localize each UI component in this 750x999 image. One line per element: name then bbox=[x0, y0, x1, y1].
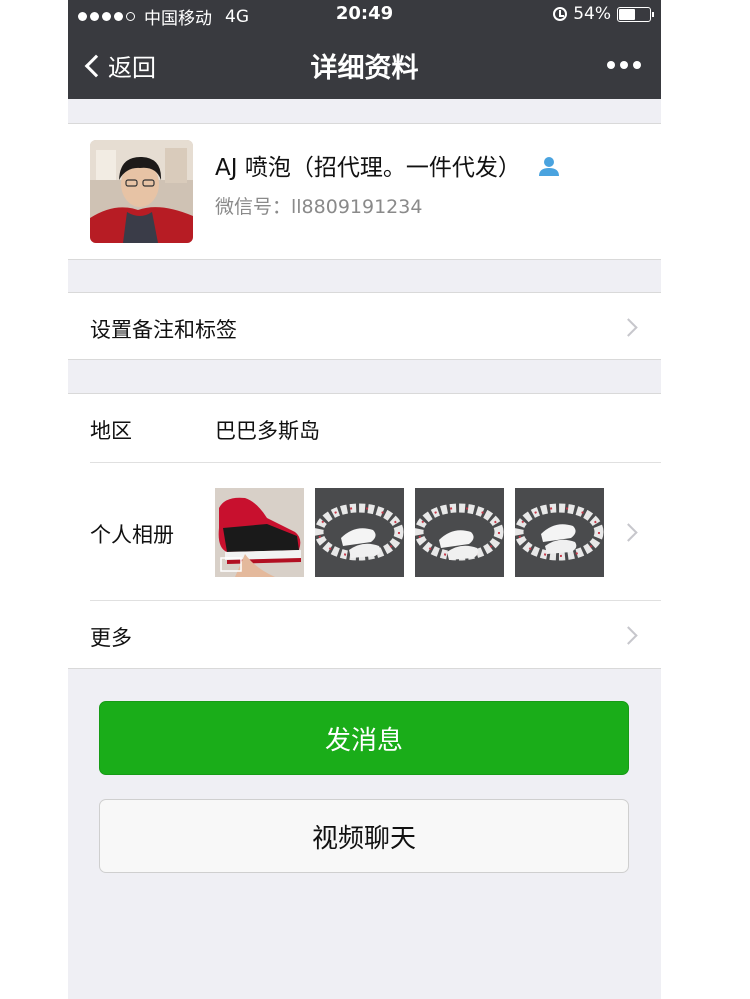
nickname-text: AJ 喷泡（招代理。一件代发） bbox=[215, 155, 521, 181]
battery-icon bbox=[617, 6, 654, 22]
profile-card[interactable]: AJ 喷泡（招代理。一件代发） 微信号：ll8809191234 bbox=[68, 123, 661, 260]
album-photo[interactable] bbox=[515, 488, 604, 577]
avatar[interactable] bbox=[90, 140, 193, 243]
battery-percent: 54% bbox=[573, 4, 611, 24]
page-title: 详细资料 bbox=[310, 53, 419, 84]
more-dot-icon bbox=[607, 61, 615, 69]
status-right: 54% bbox=[553, 4, 654, 24]
region-label: 地区 bbox=[90, 419, 132, 443]
album-label: 个人相册 bbox=[90, 523, 174, 547]
album-photo[interactable] bbox=[315, 488, 404, 577]
region-value: 巴巴多斯岛 bbox=[215, 419, 320, 443]
more-dot-icon bbox=[633, 61, 641, 69]
more-label: 更多 bbox=[90, 626, 132, 650]
video-call-button[interactable]: 视频聊天 bbox=[99, 799, 629, 873]
nav-bar: 返回 详细资料 bbox=[68, 28, 661, 99]
nickname: AJ 喷泡（招代理。一件代发） bbox=[215, 148, 560, 183]
more-options-button[interactable] bbox=[607, 61, 641, 69]
more-dot-icon bbox=[620, 61, 628, 69]
album-photo[interactable] bbox=[215, 488, 304, 577]
chevron-right-icon bbox=[619, 626, 638, 645]
phone-screen: 中国移动 4G 20:49 54% 返回 详细资料 AJ 喷泡（招代理。一件代发… bbox=[68, 0, 661, 999]
status-bar: 中国移动 4G 20:49 54% bbox=[68, 0, 661, 29]
album-photo[interactable] bbox=[415, 488, 504, 577]
send-message-button[interactable]: 发消息 bbox=[99, 701, 629, 775]
alarm-icon bbox=[553, 7, 568, 21]
chevron-right-icon bbox=[619, 523, 638, 542]
row-divider bbox=[90, 462, 661, 463]
info-group: 地区 巴巴多斯岛 个人相册 更多 bbox=[68, 393, 661, 669]
chevron-right-icon bbox=[619, 318, 638, 337]
battery-fill bbox=[619, 8, 635, 20]
wechat-id: 微信号：ll8809191234 bbox=[215, 196, 423, 218]
row-divider bbox=[90, 600, 661, 601]
set-remark-row[interactable]: 设置备注和标签 bbox=[68, 292, 661, 360]
contact-person-icon bbox=[538, 155, 560, 183]
set-remark-label: 设置备注和标签 bbox=[90, 318, 237, 342]
